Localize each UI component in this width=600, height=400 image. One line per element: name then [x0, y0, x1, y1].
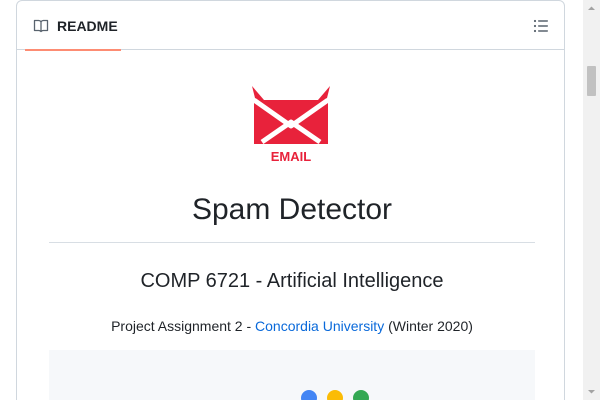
tab-readme-label: README [57, 17, 118, 34]
chevron-up-icon [588, 6, 595, 10]
chevron-down-icon [588, 390, 595, 394]
scroll-down-arrow[interactable] [583, 383, 600, 400]
page-scrollbar[interactable] [583, 0, 600, 400]
loading-dot-yellow [327, 390, 343, 400]
title-divider [49, 242, 535, 243]
scroll-up-arrow[interactable] [583, 0, 600, 17]
book-icon [33, 18, 49, 34]
active-tab-indicator [25, 49, 121, 51]
scrollbar-thumb[interactable] [587, 66, 596, 96]
assignment-prefix: Project Assignment 2 - [111, 318, 256, 334]
readme-card: README EMAIL Spam Detector COMP 6721 - A… [16, 0, 565, 400]
course-heading: COMP 6721 - Artificial Intelligence [140, 270, 444, 292]
assignment-line: Project Assignment 2 - Concordia Univers… [49, 316, 535, 336]
email-logo-text: EMAIL [271, 149, 312, 164]
page: README EMAIL Spam Detector COMP 6721 - A… [0, 0, 600, 400]
loading-dot-blue [301, 390, 317, 400]
loading-dot-green [353, 390, 369, 400]
tab-readme[interactable]: README [25, 1, 121, 51]
university-link[interactable]: Concordia University [255, 318, 384, 334]
demo-image [49, 350, 535, 400]
assignment-suffix: (Winter 2020) [384, 318, 473, 334]
list-unordered-icon [532, 19, 550, 39]
readme-header: README [17, 1, 564, 51]
email-logo: EMAIL [250, 86, 332, 164]
outline-button[interactable] [532, 17, 550, 35]
page-title: Spam Detector [191, 193, 393, 226]
